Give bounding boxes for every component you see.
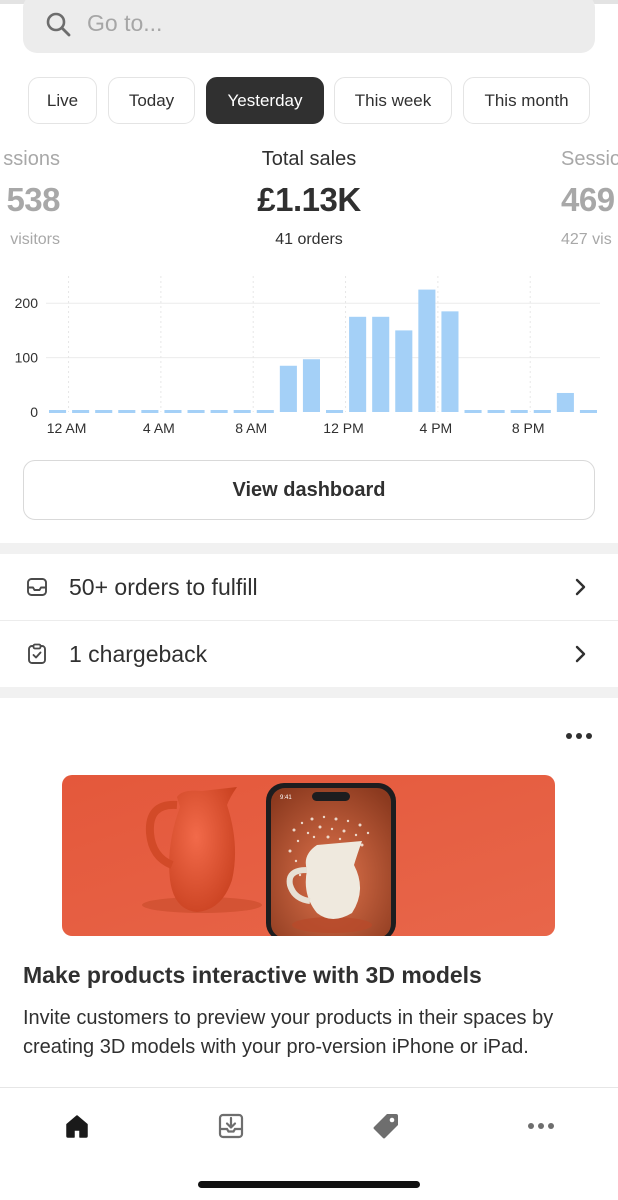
- chart-bar: [349, 316, 367, 412]
- nav-home[interactable]: [59, 1108, 95, 1144]
- chart-x-tick-label: 12 AM: [47, 420, 87, 436]
- metric-total-sales[interactable]: Total sales £1.13K 41 orders: [209, 148, 409, 249]
- chart-x-tick-label: 4 AM: [143, 420, 175, 436]
- home-icon: [66, 1115, 88, 1138]
- section-divider: [0, 687, 618, 698]
- chart-bar: [372, 316, 390, 412]
- chart-x-tick-label: 8 AM: [235, 420, 267, 436]
- metric-value: £1.13K: [257, 181, 361, 218]
- metric-label: Sessio: [561, 148, 618, 170]
- chart-bar: [279, 365, 297, 412]
- chart-bar: [72, 410, 90, 413]
- chart-bar: [326, 410, 344, 413]
- chart-bar: [256, 410, 274, 413]
- chart-bar: [464, 410, 482, 413]
- chart-x-tick-label: 12 PM: [323, 420, 363, 436]
- chart-y-tick-label: 100: [15, 350, 39, 366]
- chevron-right-icon: [575, 645, 586, 663]
- view-dashboard-button[interactable]: View dashboard: [23, 460, 595, 520]
- nav-products[interactable]: [368, 1108, 404, 1144]
- chart-bar: [49, 410, 67, 413]
- metric-sessions-next[interactable]: Sessio 469 427 vis: [561, 148, 618, 249]
- products-icon: [373, 1114, 398, 1139]
- metric-value: 469: [561, 181, 615, 218]
- chart-bar: [302, 359, 320, 412]
- chart-bar: [187, 410, 205, 413]
- more-options-icon[interactable]: [564, 727, 594, 745]
- chart-bar: [579, 410, 597, 413]
- metric-sessions-prev[interactable]: ssions 538 visitors: [0, 148, 60, 249]
- home-indicator: [198, 1181, 420, 1188]
- task-chargeback[interactable]: 1 chargeback: [0, 621, 618, 687]
- task-orders-to-fulfill[interactable]: 50+ orders to fulfill: [0, 554, 618, 620]
- metric-sub: visitors: [10, 231, 60, 248]
- chart-bar: [141, 410, 159, 413]
- chart-x-tick-label: 4 PM: [420, 420, 453, 436]
- search-bar[interactable]: [23, 0, 595, 53]
- search-icon: [46, 12, 71, 36]
- chart-y-tick-label: 0: [30, 404, 38, 420]
- inbox-icon: [27, 578, 47, 596]
- metric-label: Total sales: [261, 148, 357, 170]
- date-filter-bar: Live Today Yesterday This week This mont…: [0, 77, 618, 124]
- filter-yesterday[interactable]: Yesterday: [206, 77, 324, 124]
- chart-bar: [510, 410, 528, 413]
- sales-bar-chart: 0 100 200 12 AM 4 AM 8 AM 12 PM 4 PM 8 PM: [15, 276, 600, 436]
- nav-more[interactable]: [523, 1108, 559, 1144]
- chart-x-tick-label: 8 PM: [512, 420, 545, 436]
- metric-value: 538: [6, 181, 60, 218]
- promo-description: Invite customers to preview your product…: [23, 1007, 554, 1058]
- chart-bar: [210, 410, 228, 413]
- task-label: 1 chargeback: [69, 640, 208, 667]
- chart-bar: [233, 410, 251, 413]
- filter-today[interactable]: Today: [108, 77, 195, 124]
- section-divider: [0, 543, 618, 554]
- chart-bar: [441, 311, 459, 412]
- promo-banner-image: 9:41: [62, 775, 555, 936]
- filter-live[interactable]: Live: [28, 77, 97, 124]
- nav-orders[interactable]: [213, 1108, 249, 1144]
- chart-bar: [395, 330, 413, 412]
- chevron-right-icon: [575, 578, 586, 596]
- chart-y-tick-label: 200: [15, 295, 39, 311]
- metric-sub: 41 orders: [275, 231, 343, 248]
- chart-bar: [118, 410, 136, 413]
- more-icon: [528, 1123, 554, 1129]
- metric-sub: 427 vis: [561, 231, 612, 248]
- chart-bar: [487, 410, 505, 413]
- promo-title: Make products interactive with 3D models: [23, 962, 482, 988]
- clipboard-check-icon: [28, 643, 46, 664]
- search-input[interactable]: [87, 10, 567, 37]
- filter-this-week[interactable]: This week: [334, 77, 452, 124]
- metric-label: ssions: [3, 148, 60, 170]
- task-label: 50+ orders to fulfill: [69, 573, 258, 600]
- chart-bar: [556, 392, 574, 412]
- chart-bar: [418, 289, 436, 412]
- chart-bar: [164, 410, 182, 413]
- chart-bar: [95, 410, 113, 413]
- filter-this-month[interactable]: This month: [463, 77, 590, 124]
- phone-time: 9:41: [280, 795, 292, 801]
- chart-bar: [533, 410, 551, 413]
- orders-icon: [218, 1113, 244, 1139]
